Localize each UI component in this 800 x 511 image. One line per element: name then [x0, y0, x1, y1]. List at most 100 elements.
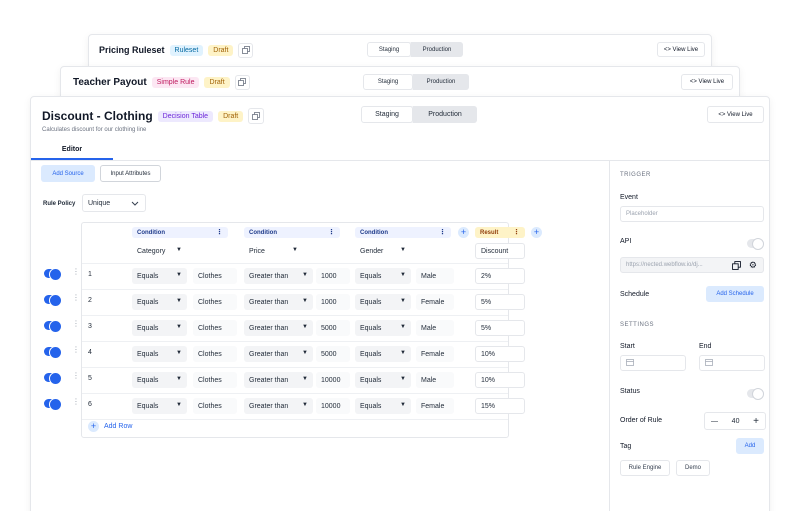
start-date-input[interactable]	[620, 355, 686, 371]
api-url-field[interactable]: https://nected.webflow.io/dj... ⚙	[620, 257, 764, 273]
add-tag-button[interactable]: Add	[736, 438, 764, 454]
copy-icon[interactable]	[238, 42, 254, 58]
condition-value[interactable]: Clothes	[193, 372, 237, 388]
operator-select[interactable]: Greater than ▼	[244, 398, 313, 414]
env-production[interactable]: Production	[411, 42, 463, 57]
result-value[interactable]: 5%	[475, 320, 525, 336]
operator-select[interactable]: Equals ▼	[132, 398, 187, 414]
row-enabled-toggle[interactable]	[44, 320, 62, 333]
row-enabled-toggle[interactable]	[44, 294, 62, 307]
rule-policy-select[interactable]: Unique	[82, 194, 146, 212]
operator-select[interactable]: Equals ▼	[355, 268, 411, 284]
drag-handle-icon[interactable]: ⋮	[72, 371, 80, 380]
result-value[interactable]: 5%	[475, 294, 525, 310]
operator-select[interactable]: Equals ▼	[132, 372, 187, 388]
add-row-button[interactable]: + Add Row	[88, 421, 132, 432]
operator-select[interactable]: Equals ▼	[355, 320, 411, 336]
add-source-button[interactable]: Add Source	[41, 165, 95, 182]
row-enabled-toggle[interactable]	[44, 268, 62, 281]
more-vertical-icon[interactable]: ⋮	[439, 228, 446, 236]
result-value[interactable]: 2%	[475, 268, 525, 284]
view-live-button[interactable]: <> View Live	[681, 74, 733, 90]
attribute-select[interactable]: Category ▼	[132, 243, 187, 259]
env-production[interactable]: Production	[413, 106, 477, 123]
condition-value[interactable]: 10000	[316, 372, 350, 388]
row-enabled-toggle[interactable]	[44, 398, 62, 411]
copy-icon[interactable]	[234, 74, 250, 90]
result-header[interactable]: Result ⋮	[475, 227, 525, 238]
add-schedule-button[interactable]: Add Schedule	[706, 286, 764, 302]
copy-icon[interactable]	[248, 108, 265, 124]
operator-select[interactable]: Equals ▼	[132, 268, 187, 284]
condition-value[interactable]: 1000	[316, 294, 350, 310]
env-staging[interactable]: Staging	[363, 74, 413, 90]
result-value[interactable]: 10%	[475, 346, 525, 362]
condition-value[interactable]: Male	[416, 372, 454, 388]
more-vertical-icon[interactable]: ⋮	[328, 228, 335, 236]
operator-select[interactable]: Equals ▼	[355, 372, 411, 388]
env-staging[interactable]: Staging	[367, 42, 411, 57]
operator-select[interactable]: Greater than ▼	[244, 372, 313, 388]
plus-icon[interactable]: +	[753, 416, 759, 427]
attribute-select[interactable]: Price ▼	[244, 243, 303, 259]
operator-select[interactable]: Equals ▼	[132, 346, 187, 362]
condition-value[interactable]: 10000	[316, 398, 350, 414]
drag-handle-icon[interactable]: ⋮	[72, 345, 80, 354]
operator-select[interactable]: Greater than ▼	[244, 320, 313, 336]
condition-value[interactable]: Clothes	[193, 346, 237, 362]
end-date-input[interactable]	[699, 355, 765, 371]
condition-value[interactable]: Clothes	[193, 320, 237, 336]
env-toggle[interactable]: Staging Production	[361, 106, 477, 123]
tab-editor[interactable]: Editor	[31, 140, 113, 160]
more-vertical-icon[interactable]: ⋮	[216, 228, 223, 236]
env-staging[interactable]: Staging	[361, 106, 413, 123]
env-production[interactable]: Production	[413, 74, 469, 90]
api-toggle[interactable]	[747, 238, 764, 250]
condition-value[interactable]: Female	[416, 398, 454, 414]
drag-handle-icon[interactable]: ⋮	[72, 267, 80, 276]
attribute-select[interactable]: Gender ▼	[355, 243, 411, 259]
view-live-button[interactable]: <> View Live	[707, 106, 764, 123]
condition-value[interactable]: 1000	[316, 268, 350, 284]
operator-select[interactable]: Equals ▼	[132, 294, 187, 310]
event-input[interactable]: Placeholder	[620, 206, 764, 222]
condition-value[interactable]: 5000	[316, 320, 350, 336]
condition-value[interactable]: Clothes	[193, 398, 237, 414]
env-toggle[interactable]: Staging Production	[367, 42, 463, 57]
condition-value[interactable]: Male	[416, 320, 454, 336]
more-vertical-icon[interactable]: ⋮	[513, 228, 520, 236]
operator-select[interactable]: Greater than ▼	[244, 294, 313, 310]
row-enabled-toggle[interactable]	[44, 372, 62, 385]
gear-icon[interactable]: ⚙	[749, 260, 757, 271]
operator-select[interactable]: Equals ▼	[132, 320, 187, 336]
env-toggle[interactable]: Staging Production	[363, 74, 469, 90]
column-header[interactable]: Condition ⋮	[132, 227, 228, 238]
tag-chip[interactable]: Rule Engine	[620, 460, 670, 476]
result-attribute[interactable]: Discount	[475, 243, 525, 259]
operator-select[interactable]: Equals ▼	[355, 294, 411, 310]
row-enabled-toggle[interactable]	[44, 346, 62, 359]
operator-select[interactable]: Equals ▼	[355, 398, 411, 414]
operator-select[interactable]: Equals ▼	[355, 346, 411, 362]
result-value[interactable]: 10%	[475, 372, 525, 388]
add-result-icon[interactable]: +	[531, 227, 542, 238]
condition-value[interactable]: 5000	[316, 346, 350, 362]
drag-handle-icon[interactable]: ⋮	[72, 397, 80, 406]
minus-icon[interactable]: —	[711, 418, 718, 425]
order-stepper[interactable]: — 40 +	[704, 412, 766, 430]
result-value[interactable]: 15%	[475, 398, 525, 414]
condition-value[interactable]: Clothes	[193, 268, 237, 284]
condition-value[interactable]: Clothes	[193, 294, 237, 310]
operator-select[interactable]: Greater than ▼	[244, 346, 313, 362]
column-header[interactable]: Condition ⋮	[355, 227, 451, 238]
add-condition-icon[interactable]: +	[458, 227, 469, 238]
condition-value[interactable]: Male	[416, 268, 454, 284]
tag-chip[interactable]: Demo	[676, 460, 710, 476]
input-attributes-button[interactable]: Input Attributes	[100, 165, 161, 182]
drag-handle-icon[interactable]: ⋮	[72, 293, 80, 302]
column-header[interactable]: Condition ⋮	[244, 227, 340, 238]
condition-value[interactable]: Female	[416, 294, 454, 310]
condition-value[interactable]: Female	[416, 346, 454, 362]
operator-select[interactable]: Greater than ▼	[244, 268, 313, 284]
status-toggle[interactable]	[747, 388, 764, 400]
